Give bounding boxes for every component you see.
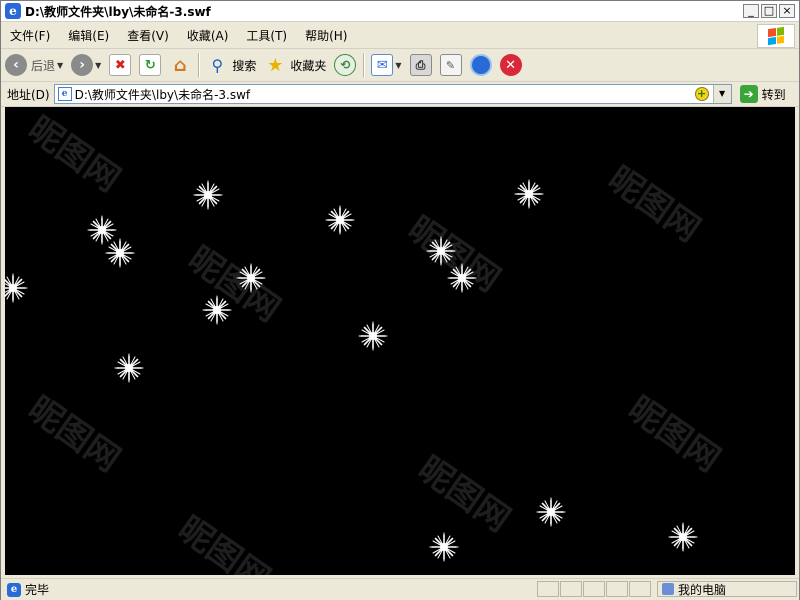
home-icon: ⌂ bbox=[173, 54, 187, 76]
menu-tools[interactable]: 工具(T) bbox=[237, 27, 296, 44]
snowflake-icon bbox=[325, 205, 355, 235]
windows-logo-icon bbox=[757, 24, 795, 48]
snowflake-icon bbox=[429, 532, 459, 562]
search-icon: ⚲ bbox=[211, 55, 224, 75]
status-pane bbox=[606, 581, 628, 597]
security-zone: 我的电脑 bbox=[657, 581, 797, 597]
address-bar: 地址(D) e D:\教师文件夹\lby\未命名-3.swf + ▼ ➔ 转到 bbox=[1, 82, 799, 107]
forward-button[interactable]: › ▼ bbox=[67, 51, 105, 79]
go-icon: ➔ bbox=[739, 85, 758, 103]
messenger-icon bbox=[469, 54, 492, 76]
history-icon: ⟲ bbox=[334, 54, 357, 76]
snowflake-icon bbox=[426, 236, 456, 266]
search-button[interactable]: ⚲ 搜索 bbox=[202, 51, 260, 79]
close-button[interactable]: × bbox=[779, 4, 795, 18]
snowflake-icon bbox=[358, 321, 388, 351]
mail-icon: ✉ bbox=[371, 54, 394, 76]
menu-bar: 文件(F) 编辑(E) 查看(V) 收藏(A) 工具(T) 帮助(H) bbox=[1, 22, 799, 49]
snowflake-icon bbox=[447, 263, 477, 293]
status-pane bbox=[560, 581, 582, 597]
close-red-icon: ✕ bbox=[499, 54, 522, 76]
page-icon: e bbox=[57, 87, 72, 101]
watermark: 昵图网 bbox=[600, 158, 708, 251]
ie-status-icon: e bbox=[7, 582, 21, 597]
status-pane bbox=[537, 581, 559, 597]
window-controls: _ □ × bbox=[743, 4, 795, 18]
edit-button[interactable]: ✎ bbox=[436, 51, 466, 79]
address-label: 地址(D) bbox=[7, 87, 50, 102]
mail-dropdown-icon[interactable]: ▼ bbox=[395, 61, 401, 70]
mail-button[interactable]: ✉ ▼ bbox=[367, 51, 405, 79]
snowflake-icon bbox=[202, 295, 232, 325]
title-bar: e D:\教师文件夹\lby\未命名-3.swf _ □ × bbox=[1, 1, 799, 22]
snowflake-icon bbox=[236, 263, 266, 293]
snowflake-icon bbox=[105, 238, 135, 268]
edit-icon: ✎ bbox=[439, 54, 462, 76]
menu-edit[interactable]: 编辑(E) bbox=[59, 27, 118, 44]
go-label: 转到 bbox=[761, 87, 786, 102]
forward-dropdown-icon[interactable]: ▼ bbox=[95, 61, 101, 70]
snowflake-icon bbox=[514, 179, 544, 209]
address-input[interactable]: e D:\教师文件夹\lby\未命名-3.swf + ▼ bbox=[53, 84, 732, 104]
watermark: 昵图网 bbox=[20, 388, 128, 481]
flash-content-area[interactable]: 昵图网 昵图网 昵图网 昵图网 昵图网 昵图网 昵图网 昵图网 bbox=[5, 107, 795, 575]
stop-icon: ✖ bbox=[109, 54, 132, 76]
favorites-icon: ★ bbox=[267, 54, 284, 76]
back-dropdown-icon[interactable]: ▼ bbox=[57, 61, 63, 70]
browser-window: e D:\教师文件夹\lby\未命名-3.swf _ □ × 文件(F) 编辑(… bbox=[0, 0, 800, 600]
toolbar-separator bbox=[198, 53, 200, 77]
status-text: 完毕 bbox=[25, 583, 50, 597]
menu-file[interactable]: 文件(F) bbox=[1, 27, 59, 44]
menu-favorites[interactable]: 收藏(A) bbox=[178, 27, 238, 44]
refresh-button[interactable]: ↻ bbox=[135, 51, 165, 79]
status-pane bbox=[629, 581, 651, 597]
close-red-button[interactable]: ✕ bbox=[496, 51, 526, 79]
back-label: 后退 bbox=[31, 58, 56, 73]
home-button[interactable]: ⌂ bbox=[165, 51, 195, 79]
favorites-button[interactable]: ★ 收藏夹 bbox=[260, 51, 330, 79]
address-dropdown-icon[interactable]: ▼ bbox=[712, 85, 731, 103]
minimize-button[interactable]: _ bbox=[743, 4, 759, 18]
zone-label: 我的电脑 bbox=[678, 582, 727, 597]
print-icon: ⎙ bbox=[409, 54, 432, 76]
ie-icon: e bbox=[5, 3, 21, 19]
window-title: D:\教师文件夹\lby\未命名-3.swf bbox=[25, 4, 211, 19]
snowflake-icon bbox=[668, 522, 698, 552]
back-icon: ‹ bbox=[5, 54, 27, 76]
snowflake-icon bbox=[536, 497, 566, 527]
add-icon[interactable]: + bbox=[694, 87, 709, 101]
watermark: 昵图网 bbox=[20, 108, 128, 201]
favorites-label: 收藏夹 bbox=[290, 58, 327, 73]
snowflake-icon bbox=[114, 353, 144, 383]
refresh-icon: ↻ bbox=[139, 54, 162, 76]
messenger-button[interactable] bbox=[466, 51, 496, 79]
snowflake-icon bbox=[193, 180, 223, 210]
go-button[interactable]: ➔ 转到 bbox=[739, 85, 786, 103]
menu-help[interactable]: 帮助(H) bbox=[296, 27, 356, 44]
maximize-button[interactable]: □ bbox=[761, 4, 777, 18]
history-button[interactable]: ⟲ bbox=[330, 51, 360, 79]
watermark: 昵图网 bbox=[620, 388, 728, 481]
status-pane bbox=[583, 581, 605, 597]
address-value: D:\教师文件夹\lby\未命名-3.swf bbox=[74, 87, 251, 102]
menu-view[interactable]: 查看(V) bbox=[118, 27, 178, 44]
forward-icon: › bbox=[71, 54, 94, 76]
watermark: 昵图网 bbox=[410, 448, 518, 541]
status-panes bbox=[537, 581, 652, 597]
print-button[interactable]: ⎙ bbox=[406, 51, 436, 79]
status-bar: e 完毕 我的电脑 bbox=[1, 578, 799, 600]
stop-button[interactable]: ✖ bbox=[105, 51, 135, 79]
standard-toolbar: ‹ 后退 ▼ › ▼ ✖ ↻ ⌂ ⚲ 搜索 ★ 收藏夹 ⟲ ✉ ▼ ⎙ ✎ ✕ bbox=[1, 49, 799, 82]
my-computer-icon bbox=[662, 583, 674, 595]
snowflake-icon bbox=[5, 273, 28, 303]
search-label: 搜索 bbox=[232, 58, 257, 73]
back-button[interactable]: ‹ 后退 ▼ bbox=[1, 51, 67, 79]
watermark: 昵图网 bbox=[170, 508, 278, 575]
toolbar-separator bbox=[363, 53, 365, 77]
